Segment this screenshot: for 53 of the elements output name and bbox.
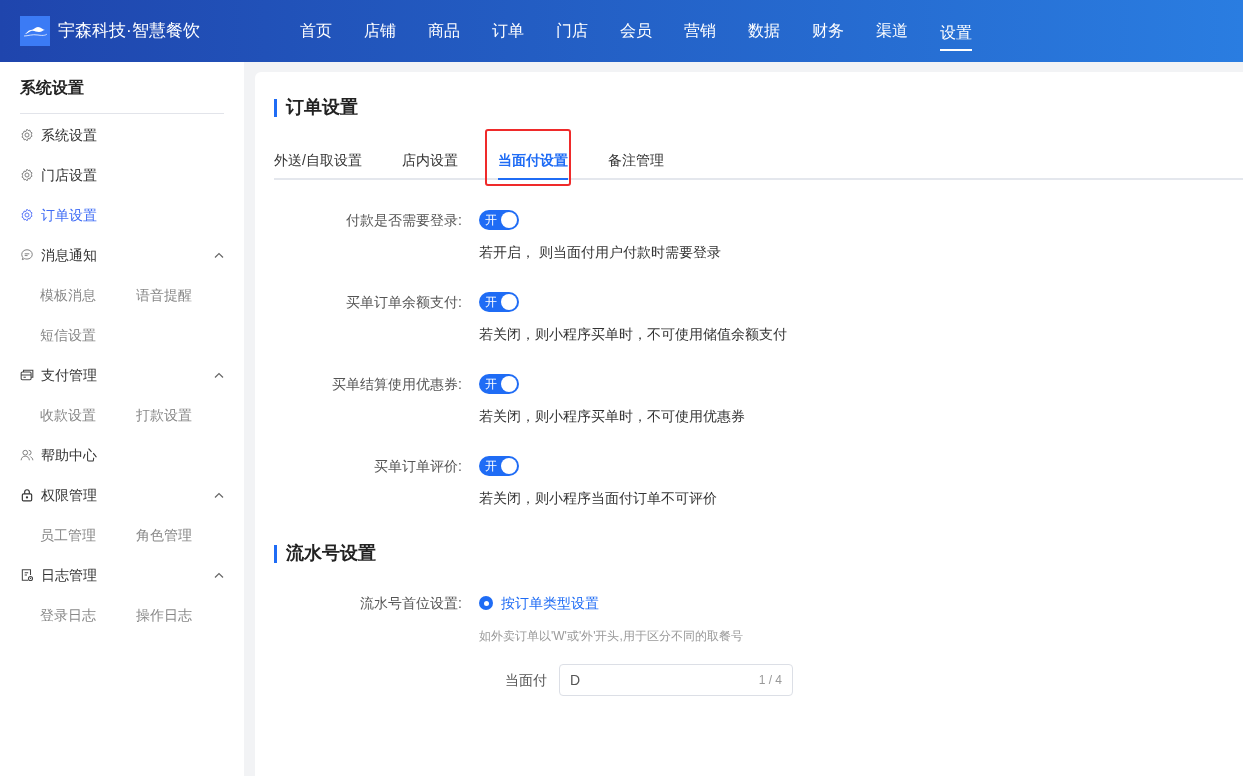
setting-label: 买单订单评价:: [373, 457, 462, 476]
nav-link[interactable]: 门店: [540, 0, 604, 62]
field-hint: 如外卖订单以'W'或'外'开头,用于区分不同的取餐号: [479, 628, 744, 645]
setting-hint: 若开启， 则当面付用户付款时需要登录: [479, 243, 721, 262]
toggle-switch[interactable]: 开: [479, 292, 519, 312]
menu-item[interactable]: 权限管理: [20, 475, 224, 515]
menu-item[interactable]: 系统设置: [20, 115, 224, 155]
submenu-item[interactable]: 登录日志: [40, 604, 96, 626]
sidebar-title: 系统设置: [20, 62, 224, 114]
setting-label: 买单订单余额支付:: [345, 293, 462, 312]
nav-link[interactable]: 首页: [284, 0, 348, 62]
toggle-switch[interactable]: 开: [479, 210, 519, 230]
menu-item[interactable]: 订单设置: [20, 195, 224, 235]
submenu-item[interactable]: 短信设置: [40, 324, 96, 346]
setting-label: 流水号首位设置:: [359, 594, 462, 613]
tab[interactable]: 当面付设置: [497, 143, 568, 180]
nav-link[interactable]: 商品: [412, 0, 476, 62]
setting-hint: 若关闭，则小程序当面付订单不可评价: [479, 489, 717, 508]
submenu-item[interactable]: 操作日志: [136, 604, 192, 626]
menu-item[interactable]: 消息通知: [20, 235, 224, 275]
setting-hint: 若关闭，则小程序买单时，不可使用储值余额支付: [479, 325, 787, 344]
menu-item[interactable]: 门店设置: [20, 155, 224, 195]
nav-link[interactable]: 渠道: [860, 0, 924, 62]
setting-hint: 若关闭，则小程序买单时，不可使用优惠券: [479, 407, 745, 426]
nav-link[interactable]: 数据: [732, 0, 796, 62]
field-label: 当面付: [505, 670, 547, 690]
submenu-item[interactable]: 打款设置: [136, 404, 192, 426]
section-title: 流水号设置: [286, 542, 376, 565]
menu-item[interactable]: 支付管理: [20, 355, 224, 395]
nav-link[interactable]: 订单: [476, 0, 540, 62]
radio-option[interactable]: 按订单类型设置: [479, 593, 793, 613]
submenu-item[interactable]: 角色管理: [136, 524, 192, 546]
nav-link[interactable]: 营销: [668, 0, 732, 62]
toggle-switch[interactable]: 开: [479, 374, 519, 394]
tab[interactable]: 备注管理: [607, 143, 664, 180]
setting-label: 买单结算使用优惠券:: [331, 375, 462, 394]
submenu-item[interactable]: 模板消息: [40, 284, 96, 306]
toggle-switch[interactable]: 开: [479, 456, 519, 476]
menu-item[interactable]: 帮助中心: [20, 435, 224, 475]
submenu-item[interactable]: 收款设置: [40, 404, 96, 426]
tab[interactable]: 外送/自取设置: [274, 143, 362, 180]
menu-item[interactable]: 日志管理: [20, 555, 224, 595]
brand-name: 宇森科技·智慧餐饮: [58, 20, 200, 43]
submenu-item[interactable]: 语音提醒: [136, 284, 192, 306]
submenu-item[interactable]: 员工管理: [40, 524, 96, 546]
nav-link[interactable]: 店铺: [348, 0, 412, 62]
setting-label: 付款是否需要登录:: [345, 211, 462, 230]
nav-link[interactable]: 财务: [796, 0, 860, 62]
input-field[interactable]: D 1 / 4: [559, 664, 793, 696]
nav-link[interactable]: 设置: [924, 0, 988, 62]
section-title: 订单设置: [286, 96, 358, 119]
nav-link[interactable]: 会员: [604, 0, 668, 62]
tab[interactable]: 店内设置: [401, 143, 458, 180]
